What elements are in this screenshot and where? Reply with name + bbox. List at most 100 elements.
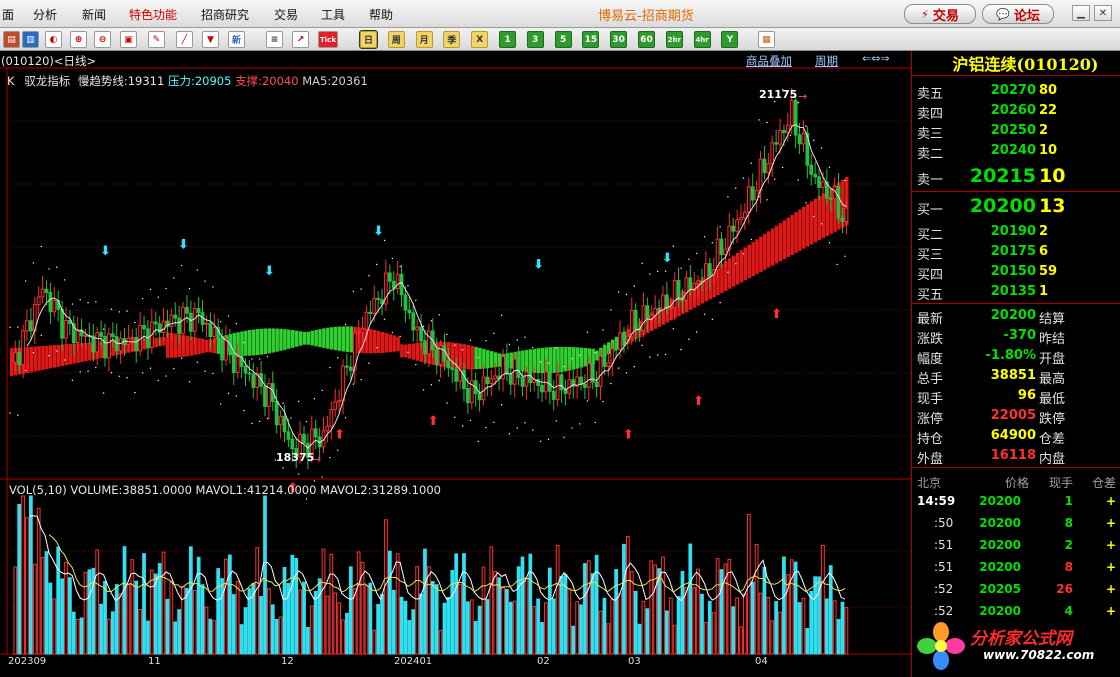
period-button-5[interactable]: 1 — [499, 31, 516, 48]
history-icon[interactable]: ◐ — [45, 31, 62, 48]
tick-chart-icon[interactable]: Tick — [318, 31, 338, 48]
nav-arrows-icon[interactable]: ⇐⇔⇒ — [862, 52, 890, 65]
candle-body — [348, 366, 353, 371]
line-draw-icon[interactable]: ╱ — [176, 31, 193, 48]
support-dot — [407, 351, 409, 354]
candle-body — [668, 306, 673, 309]
period-button-7[interactable]: 5 — [554, 31, 572, 48]
support-dot — [259, 420, 261, 423]
period-button-10[interactable]: 60 — [638, 31, 655, 48]
period-button-12[interactable]: 4hr — [693, 31, 711, 48]
trend-chart-icon[interactable]: ↗ — [292, 31, 309, 48]
zoom-out-icon[interactable]: ⊖ — [94, 31, 111, 48]
candle-body — [302, 433, 306, 444]
menu-item-view[interactable]: 面 — [2, 6, 14, 23]
period-link[interactable]: 周期 — [815, 53, 838, 69]
candle-body — [220, 338, 224, 361]
new-icon[interactable]: 新 — [228, 31, 245, 48]
ask-volume: 80 — [1039, 83, 1058, 98]
tick-price: 20200 — [979, 560, 1021, 574]
volume-bar — [177, 609, 182, 655]
volume-bar — [711, 612, 716, 655]
trend-band-bar — [380, 331, 385, 353]
menu-item-research[interactable]: 招商研究 — [201, 6, 249, 23]
symbol-tab[interactable]: (010120)<日线> — [1, 53, 96, 69]
trend-band-bar — [185, 335, 190, 357]
period-button-9[interactable]: 30 — [610, 31, 628, 48]
candle-body — [743, 211, 747, 219]
pressure-dot — [539, 361, 542, 363]
period-button-2[interactable]: 月 — [415, 31, 433, 48]
volume-bar — [255, 547, 260, 655]
support-dot — [134, 391, 136, 394]
volume-bar — [692, 586, 697, 655]
period-button-1[interactable]: 周 — [387, 31, 405, 48]
support-dot — [227, 392, 230, 394]
pressure-dot — [227, 315, 230, 317]
menu-item-news[interactable]: 新闻 — [82, 6, 106, 23]
candle-body — [633, 309, 638, 330]
ask-price: 20270 — [990, 83, 1036, 98]
trend-band-bar — [739, 250, 744, 283]
period-button-0[interactable]: 日 — [359, 30, 378, 49]
volume-bar — [36, 507, 41, 655]
volume-bar — [235, 580, 240, 655]
stat-row: 总手 38851 最高 — [912, 366, 1120, 387]
volume-bar — [13, 566, 18, 655]
support-dot — [110, 372, 113, 374]
candle-body — [48, 291, 53, 313]
volume-bar — [48, 582, 53, 655]
volume-bar — [824, 598, 829, 655]
zoom-in-icon[interactable]: ⊕ — [70, 31, 87, 48]
period-button-13[interactable]: Y — [721, 31, 739, 48]
pen-draw-icon[interactable]: ✎ — [148, 31, 165, 48]
menu-item-tools[interactable]: 工具 — [321, 6, 345, 23]
candle-body — [707, 263, 712, 277]
mavol2-line — [48, 534, 846, 593]
close-icon[interactable]: ✕ — [1094, 5, 1112, 21]
candle-body — [758, 158, 763, 192]
menu-item-trade[interactable]: 交易 — [274, 6, 298, 23]
support-dot — [750, 238, 753, 241]
period-button-3[interactable]: 季 — [443, 31, 461, 48]
list-icon[interactable]: ≡ — [266, 31, 283, 48]
support-dot — [735, 262, 737, 265]
overlay-link[interactable]: 商品叠加 — [746, 53, 792, 69]
divider — [912, 303, 1120, 304]
support-dot — [243, 409, 245, 412]
filter-icon[interactable]: ▼ — [202, 31, 219, 48]
minimize-icon[interactable]: ▁ — [1072, 5, 1090, 21]
support-dot — [9, 412, 11, 414]
candle-body — [493, 375, 498, 380]
forum-button[interactable]: 💬 论坛 — [982, 4, 1054, 24]
volume-bar — [204, 606, 209, 655]
quote-panel: 沪铝连续(010120) 卖五 20270 80 卖四 20260 22 卖三 20250 2 卖… — [911, 51, 1120, 677]
period-button-6[interactable]: 3 — [526, 31, 544, 48]
volume-bar — [87, 569, 92, 655]
menu-item-analysis[interactable]: 分析 — [33, 6, 57, 23]
candle-body — [130, 337, 135, 340]
volume-bar — [372, 629, 377, 655]
window-icon[interactable]: ▣ — [120, 31, 137, 48]
quote-list-icon[interactable]: ▤ — [3, 31, 20, 48]
menu-item-features[interactable]: 特色功能 — [129, 6, 177, 23]
trade-button[interactable]: ⚡ 交易 — [904, 4, 976, 24]
layout-icon[interactable]: ▦ — [758, 31, 775, 48]
bid-price: 20135 — [990, 284, 1036, 299]
period-button-4[interactable]: X — [471, 31, 489, 48]
pressure-dot — [118, 311, 120, 313]
support-dot — [235, 395, 238, 397]
menu-item-help[interactable]: 帮助 — [369, 6, 393, 23]
pressure-dot — [696, 252, 698, 255]
volume-bar — [103, 580, 107, 655]
volume-bar — [274, 618, 279, 655]
tick-oi: + — [1105, 516, 1116, 530]
period-button-11[interactable]: 2hr — [665, 31, 683, 48]
tick-row: :51 20200 2 + — [912, 534, 1120, 556]
period-button-8[interactable]: 15 — [582, 31, 600, 48]
support-dot — [813, 215, 815, 218]
sell-arrow-icon: ⬆ — [693, 394, 704, 409]
ask-label: 卖四 — [917, 107, 944, 122]
kline-chart-panel[interactable]: ⬇ ⬇ ⬇ ⬇ ⬇ ⬇ ⬆ ⬆ ⬆ ⬆ ⬆ ⬆ → → (010120)<日线> 商品叠加 周期 ⇐⇔⇒ … — [0, 51, 911, 677]
kline-chart-icon[interactable]: ▥ — [22, 31, 39, 48]
